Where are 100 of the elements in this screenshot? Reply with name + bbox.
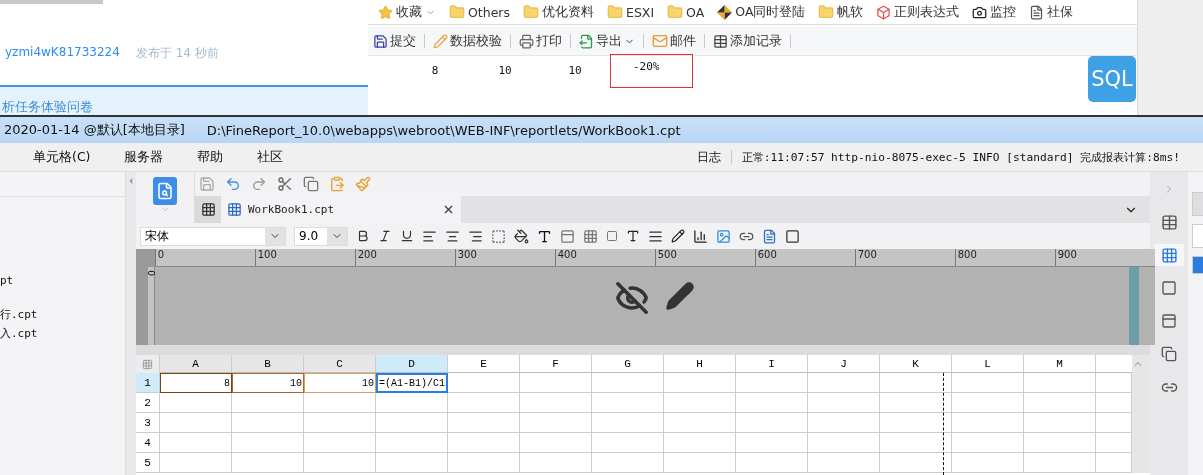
align-center-icon[interactable] [445, 228, 460, 244]
align-left-icon[interactable] [422, 228, 437, 244]
font-color-icon[interactable] [537, 228, 552, 244]
splitter-bar[interactable] [136, 345, 1150, 355]
bookmark[interactable]: 收藏 [378, 3, 436, 21]
table-cell[interactable] [376, 393, 448, 413]
bookmark[interactable]: OA [667, 4, 705, 20]
file-tab[interactable]: WorkBook1.cpt [221, 196, 461, 223]
column-header[interactable]: K [880, 355, 952, 373]
table-cell[interactable] [664, 453, 736, 473]
menu-item[interactable]: 服务器 [124, 148, 164, 166]
column-header[interactable]: B [232, 355, 304, 373]
toolbar-button[interactable]: 邮件 [648, 30, 700, 52]
row-header[interactable]: 1 [136, 373, 160, 393]
panel-button[interactable] [1192, 256, 1203, 274]
column-header[interactable]: M [1024, 355, 1096, 373]
table-cell[interactable] [736, 433, 808, 453]
table-cell[interactable]: 10 [304, 373, 376, 393]
log-label[interactable]: 日志 [696, 148, 721, 166]
table-cell[interactable] [448, 453, 520, 473]
table-cell[interactable] [1024, 393, 1096, 413]
file-item[interactable]: 入.cpt [0, 326, 125, 341]
column-header[interactable]: J [808, 355, 880, 373]
table-cell[interactable]: =(A1-B1)/C1 [376, 373, 448, 393]
font-select[interactable]: 宋体 [140, 226, 286, 246]
table-cell[interactable] [1024, 453, 1096, 473]
table-cell[interactable] [952, 393, 1024, 413]
table-cell[interactable] [448, 433, 520, 453]
menu-item[interactable]: 帮助 [197, 148, 224, 166]
table-cell[interactable] [808, 373, 880, 393]
table-cell[interactable] [592, 453, 664, 473]
table-cell[interactable] [520, 433, 592, 453]
table-cell[interactable] [592, 393, 664, 413]
file-item[interactable]: 行.cpt [0, 307, 125, 322]
table-cell[interactable] [376, 453, 448, 473]
bookmark[interactable]: 正则表达式 [876, 3, 960, 21]
column-header[interactable]: L [952, 355, 1024, 373]
bookmark[interactable]: OA同时登陆 [717, 3, 806, 21]
scrollbar[interactable] [1132, 453, 1150, 473]
redo-icon[interactable] [251, 176, 267, 192]
table-cell[interactable] [232, 393, 304, 413]
underline-icon[interactable] [400, 229, 414, 243]
table-cell[interactable] [376, 413, 448, 433]
table-cell[interactable] [448, 413, 520, 433]
row-header[interactable]: 5 [136, 453, 160, 473]
table-cell[interactable] [808, 453, 880, 473]
bookmark[interactable]: 帆软 [818, 3, 864, 21]
bookmark[interactable]: 监控 [972, 3, 1017, 21]
table-cell[interactable] [1024, 413, 1096, 433]
author-link[interactable]: yzmi4wK81733224 [5, 45, 120, 85]
menu-item[interactable]: 单元格(C) [33, 148, 91, 166]
table-cell[interactable] [592, 373, 664, 393]
bookmark[interactable]: Others [449, 4, 510, 20]
table-cell[interactable] [664, 373, 736, 393]
cut-icon[interactable] [277, 176, 293, 192]
frame-icon[interactable] [785, 228, 800, 244]
table-cell[interactable] [952, 373, 1024, 393]
table-cell[interactable] [1024, 433, 1096, 453]
table-cell[interactable] [880, 453, 952, 473]
column-header[interactable]: C [304, 355, 376, 373]
table-cell[interactable] [520, 413, 592, 433]
text-icon[interactable] [626, 229, 640, 243]
column-header[interactable]: A [160, 355, 232, 373]
table-cell[interactable] [736, 393, 808, 413]
unmerge-icon[interactable] [583, 228, 598, 244]
image-icon[interactable] [716, 228, 731, 244]
scrollbar[interactable] [1132, 355, 1150, 373]
table-cell[interactable] [736, 413, 808, 433]
table-cell[interactable] [952, 453, 1024, 473]
column-header[interactable]: F [520, 355, 592, 373]
close-icon[interactable] [442, 203, 455, 216]
table-cell[interactable] [736, 453, 808, 473]
bookmark[interactable]: ESXI [607, 4, 655, 20]
sidebar-tab[interactable] [1154, 244, 1184, 266]
table-cell[interactable] [880, 393, 952, 413]
table-cell[interactable] [304, 453, 376, 473]
layers-icon[interactable] [1161, 346, 1177, 362]
merge-icon[interactable] [560, 228, 575, 244]
table-cell[interactable] [232, 453, 304, 473]
undo-icon[interactable] [225, 176, 241, 192]
column-header[interactable]: G [592, 355, 664, 373]
frame-icon[interactable] [1161, 280, 1177, 296]
table-cell[interactable] [160, 433, 232, 453]
row-header[interactable]: 4 [136, 433, 160, 453]
menu-item[interactable]: 社区 [257, 148, 284, 166]
row-header[interactable]: 2 [136, 393, 160, 413]
table-cell[interactable] [664, 413, 736, 433]
input-field[interactable] [1192, 224, 1203, 248]
chart-icon[interactable] [693, 228, 708, 244]
row-header[interactable]: 3 [136, 413, 160, 433]
table-cell[interactable] [592, 413, 664, 433]
border-icon[interactable] [491, 228, 506, 244]
report-icon[interactable] [762, 228, 777, 244]
size-select[interactable]: 9.0 [294, 226, 348, 246]
preview-button[interactable] [153, 177, 177, 205]
italic-icon[interactable] [378, 229, 392, 243]
table-cell[interactable] [304, 413, 376, 433]
bold-icon[interactable] [356, 229, 370, 243]
select-all-icon[interactable] [142, 358, 153, 370]
table-cell[interactable] [304, 433, 376, 453]
